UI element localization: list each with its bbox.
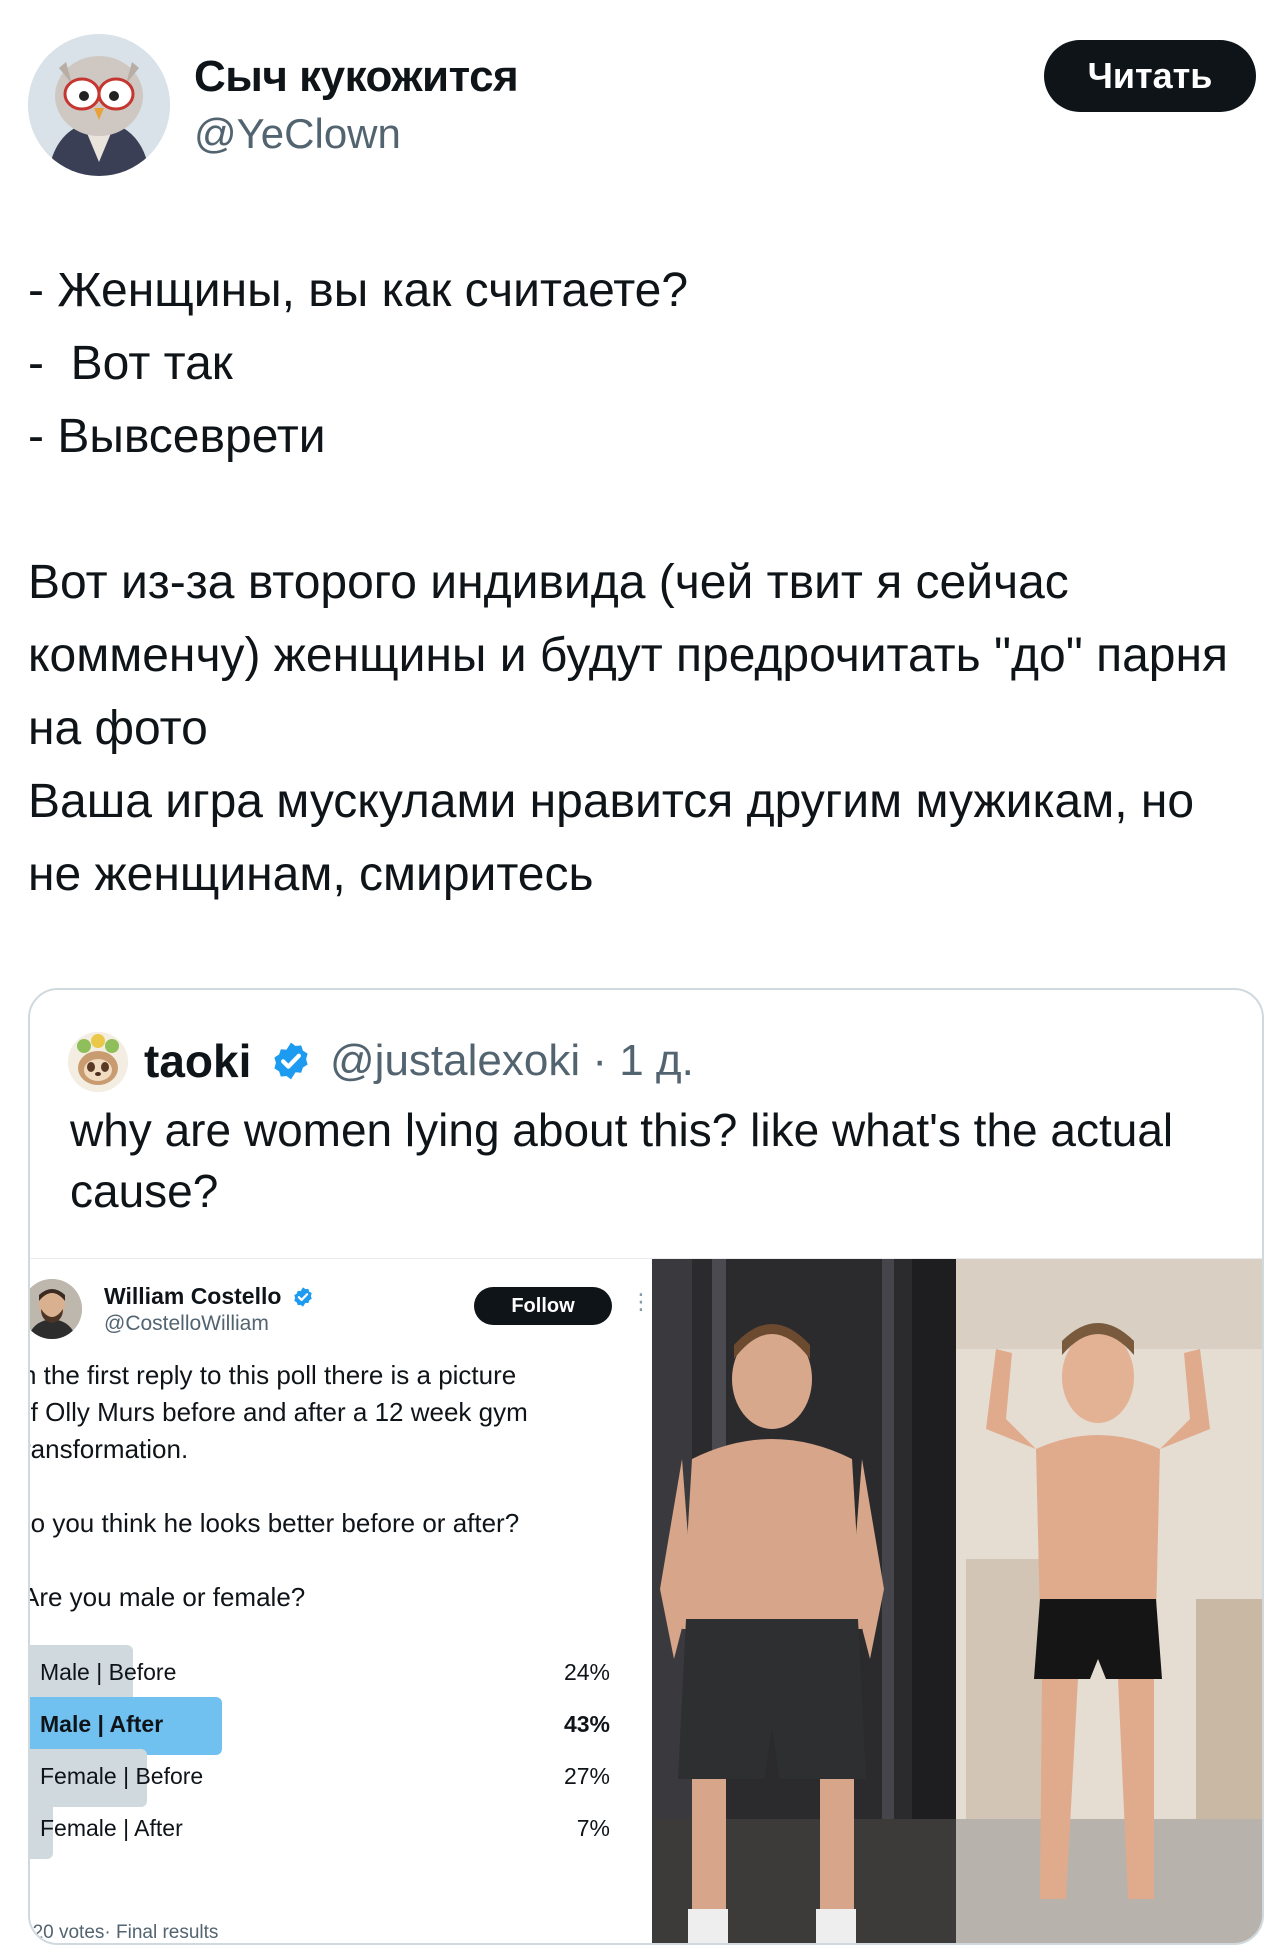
tweet-header: Сыч кукожится @YeClown Читать [28, 34, 1256, 184]
poll-label: Male | After [40, 1711, 164, 1737]
author-name[interactable]: Сыч кукожится [194, 52, 519, 102]
poll-percent: 27% [563, 1763, 610, 1789]
poll-label: Female | Before [40, 1763, 204, 1789]
read-button[interactable]: Читать [1044, 40, 1256, 112]
poll-percent: 43% [563, 1711, 610, 1737]
poll-label: Male | Before [40, 1659, 177, 1685]
poll-option: Female | After 7% [30, 1801, 610, 1859]
before-photo [652, 1259, 956, 1943]
owl-avatar[interactable] [28, 34, 170, 176]
screenshot-author-handle: @CostelloWilliam [104, 1312, 269, 1335]
poll-percent: 24% [563, 1659, 610, 1685]
poll-screenshot: William Costello @CostelloWilliam Follow… [30, 1259, 652, 1943]
screenshot-verified-icon [294, 1287, 312, 1307]
verified-badge-icon [274, 1042, 308, 1080]
quoted-media[interactable]: William Costello @CostelloWilliam Follow… [30, 1258, 1262, 1943]
quoted-text: why are women lying about this? like wha… [70, 1104, 1174, 1217]
poll-percent: 7% [576, 1815, 610, 1841]
author-handle[interactable]: @YeClown [194, 110, 401, 158]
poll-option: Male | After 43% [30, 1697, 610, 1755]
more-icon: ⋮ [630, 1289, 652, 1314]
poll-option: Male | Before 24% [30, 1645, 610, 1703]
tweet-text: - Женщины, вы как считаете? - Вот так - … [28, 264, 1228, 901]
poll-option: Female | Before 27% [30, 1749, 610, 1807]
screenshot-avatar [30, 1279, 82, 1339]
poll-label: Female | After [40, 1815, 183, 1841]
sloth-avatar[interactable] [68, 1032, 128, 1092]
quoted-author-name[interactable]: taoki [144, 1034, 251, 1088]
screenshot-author-name: William Costello [104, 1283, 282, 1309]
screenshot-follow-button: Follow [474, 1287, 612, 1325]
poll-footer: 920 votes· Final results [30, 1922, 219, 1943]
quoted-tweet[interactable]: taoki @justalexoki · 1 д. why are women … [28, 988, 1264, 1945]
after-photo [956, 1259, 1262, 1943]
screenshot-body: n the first reply to this poll there is … [30, 1360, 528, 1612]
quoted-handle-time[interactable]: @justalexoki · 1 д. [330, 1036, 694, 1086]
